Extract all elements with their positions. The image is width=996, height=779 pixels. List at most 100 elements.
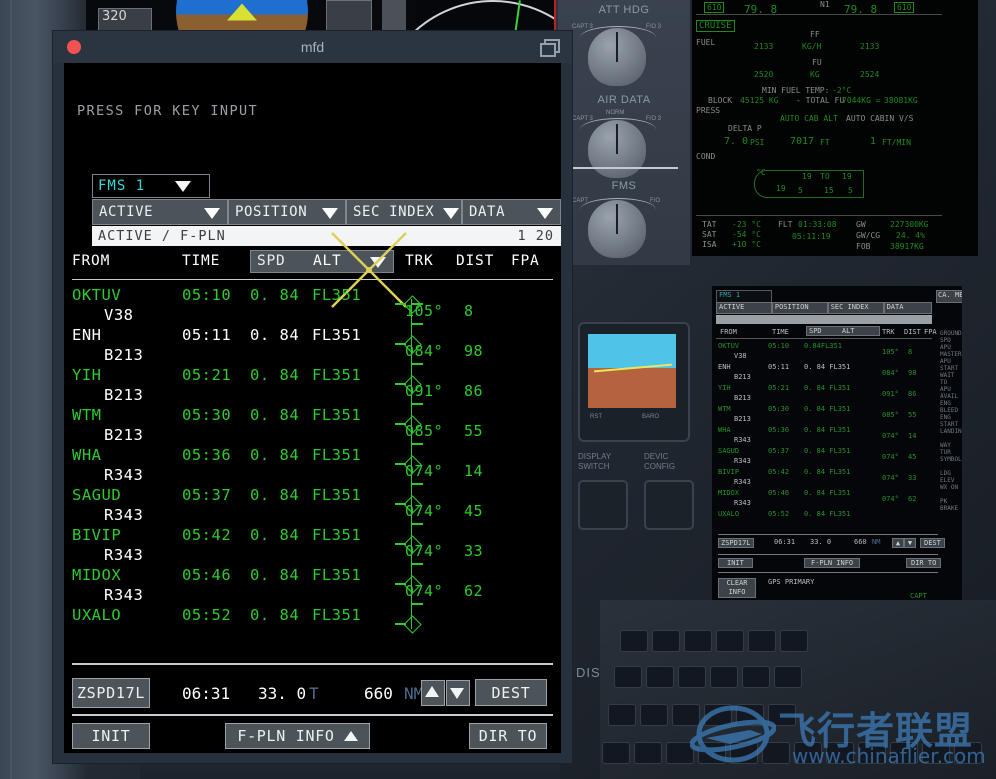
ecam-title: CRUISE <box>696 20 735 32</box>
ecam-cond-label: COND <box>696 152 716 161</box>
waypoint-id[interactable]: BIVIP <box>72 526 121 544</box>
destination-runway-button[interactable]: ZSPD17L <box>72 678 150 708</box>
ecam-ff-left: 2133 <box>754 42 774 51</box>
airway-id[interactable]: V38 <box>104 306 134 324</box>
mirror-dir-to-button[interactable]: DIR TO <box>906 558 942 568</box>
leg-distance: 98 <box>464 342 484 360</box>
mirror-menu-position[interactable]: POSITION <box>771 302 828 314</box>
mirror-dest-runway[interactable]: ZSPD17L <box>718 538 754 548</box>
mirror-menubar[interactable]: ACTIVE POSITION SEC INDEX DATA <box>716 302 933 314</box>
airway-id[interactable]: B213 <box>104 346 143 364</box>
ecam-fu-left: 2520 <box>754 70 774 79</box>
mirror-dest-label[interactable]: DEST <box>920 538 945 548</box>
mirror-right-label: PK BRAKE <box>940 498 959 512</box>
column-fpa: FPA <box>511 253 540 269</box>
mirror-menu-data[interactable]: DATA <box>883 302 933 314</box>
airway-id[interactable]: B213 <box>104 386 143 404</box>
window-titlebar[interactable]: mfd <box>53 31 572 63</box>
dest-button[interactable]: DEST <box>475 679 547 706</box>
waypoint-spd: 0. 84 <box>250 286 300 304</box>
ecam-egt-right: 610 <box>894 2 915 13</box>
flightplan-row[interactable]: MIDOX 05:46 0. 84 FL351 R343 074° 62 <box>64 566 561 606</box>
waypoint-id[interactable]: UXALO <box>72 606 121 624</box>
flightplan-row[interactable]: BIVIP 05:42 0. 84 FL351 R343 074° 33 <box>64 526 561 566</box>
ecam-cabin-temp-5: 5 <box>848 186 853 195</box>
mirror-row: WHA 05:36 0. 84 FL351 R343 074° 14 <box>718 426 917 444</box>
waypoint-id[interactable]: MIDOX <box>72 566 121 584</box>
ecam-auto-cab-alt: AUTO CAB ALT <box>780 114 838 123</box>
waypoint-id[interactable]: YIH <box>72 366 102 384</box>
flightplan-row[interactable]: UXALO 05:52 0. 84 FL351 <box>64 606 561 646</box>
mirror-menu-active[interactable]: ACTIVE <box>716 302 772 314</box>
ecam-isa-value: +10 °C <box>732 240 761 249</box>
mirror-gps-status: GPS PRIMARY <box>768 578 815 586</box>
mirror-menu-secindex[interactable]: SEC INDEX <box>827 302 884 314</box>
device-config-button[interactable] <box>644 480 694 530</box>
airway-id[interactable]: R343 <box>104 506 143 524</box>
mfd-menubar[interactable]: ACTIVE POSITION SEC INDEX DATA <box>92 199 561 225</box>
flightplan-row[interactable]: OKTUV 05:10 0. 84 FL351 V38 105° 8 <box>64 286 561 326</box>
ecam-cabin-temp-0: 19 <box>802 172 812 181</box>
mirror-init-button[interactable]: INIT <box>718 558 753 568</box>
ecam-cabin-temp-to: TO <box>820 172 830 181</box>
dir-to-button[interactable]: DIR TO <box>469 723 547 749</box>
flightplan-row[interactable]: ENH 05:11 0. 84 FL351 B213 084° 98 <box>64 326 561 366</box>
display-switch-button[interactable] <box>578 480 628 530</box>
ecam-gwcg-label: GW/CG <box>856 231 881 240</box>
menu-item-sec-index[interactable]: SEC INDEX <box>346 199 462 225</box>
mirror-down-icon[interactable]: ▼ <box>904 538 916 548</box>
leg-track: 084° <box>405 342 444 360</box>
ecam-fu-right: 2524 <box>860 70 880 79</box>
waypoint-time: 05:37 <box>182 486 232 504</box>
leg-distance: 33 <box>464 542 484 560</box>
mirror-up-icon[interactable]: ▲ <box>892 538 904 548</box>
airway-id[interactable]: R343 <box>104 466 143 484</box>
fpln-info-button[interactable]: F-PLN INFO <box>225 723 370 749</box>
menu-item-position[interactable]: POSITION <box>228 199 346 225</box>
mirror-right-label: ENG START <box>940 414 959 428</box>
mirror-right-label: APU MASTER <box>940 344 962 358</box>
mirror-clear-info-button[interactable]: CLEAR INFO <box>718 578 756 598</box>
restore-window-icon[interactable] <box>540 39 560 57</box>
waypoint-time: 05:42 <box>182 526 232 544</box>
flightplan-row[interactable]: WHA 05:36 0. 84 FL351 R343 074° 14 <box>64 446 561 486</box>
ecam-gwcg-value: 24. 4% <box>896 231 925 240</box>
flightplan-row[interactable]: WTM 05:30 0. 84 FL351 B213 085° 55 <box>64 406 561 446</box>
waypoint-time: 05:10 <box>182 286 232 304</box>
key-input-prompt[interactable]: PRESS FOR KEY INPUT <box>77 103 258 119</box>
mirror-ca-menu[interactable]: CA. MENU <box>936 290 962 303</box>
standby-rst-button[interactable]: RST <box>590 414 602 420</box>
waypoint-id[interactable]: WHA <box>72 446 102 464</box>
spd-alt-selector[interactable]: SPD ALT <box>250 250 394 273</box>
flightplan-row[interactable]: YIH 05:21 0. 84 FL351 B213 091° 86 <box>64 366 561 406</box>
fms-selector[interactable]: FMS 1 <box>92 174 210 198</box>
flightplan-row[interactable]: SAGUD 05:37 0. 84 FL351 R343 074° 45 <box>64 486 561 526</box>
init-button[interactable]: INIT <box>72 723 150 749</box>
waypoint-id[interactable]: ENH <box>72 326 102 344</box>
menu-item-active[interactable]: ACTIVE <box>92 199 228 225</box>
airway-id[interactable]: R343 <box>104 546 143 564</box>
arrow-down-icon[interactable] <box>446 680 470 706</box>
menu-item-data[interactable]: DATA <box>462 199 561 225</box>
airway-id[interactable]: R343 <box>104 586 143 604</box>
waypoint-id[interactable]: WTM <box>72 406 102 424</box>
att-hdg-knob[interactable] <box>588 28 646 86</box>
mirror-spd-alt[interactable]: SPD ALT <box>806 326 880 336</box>
waypoint-id[interactable]: OKTUV <box>72 286 121 304</box>
fms-switch-knob[interactable] <box>588 200 646 258</box>
att-hdg-fo-label: F/O 3 <box>646 24 662 30</box>
leg-distance: 14 <box>464 462 484 480</box>
mirror-row: ENH 05:11 0. 84 FL351 B213 084° 98 <box>718 363 917 381</box>
waypoint-spd: 0. 84 <box>250 366 300 384</box>
ecam-n1-label: N1 <box>820 0 830 9</box>
mirror-right-label: WAY TUR <box>940 442 951 456</box>
leg-track: 091° <box>405 382 444 400</box>
mirror-dist-unit: NM <box>872 538 881 546</box>
waypoint-id[interactable]: SAGUD <box>72 486 121 504</box>
mirror-fpln-info-button[interactable]: F-PLN INFO <box>804 558 861 568</box>
arrow-up-icon[interactable] <box>421 680 445 706</box>
page-title: ACTIVE / F-PLN <box>98 228 226 244</box>
air-data-knob[interactable] <box>588 120 646 178</box>
airway-id[interactable]: B213 <box>104 426 143 444</box>
destination-fuel: 33. 0 <box>258 684 307 703</box>
